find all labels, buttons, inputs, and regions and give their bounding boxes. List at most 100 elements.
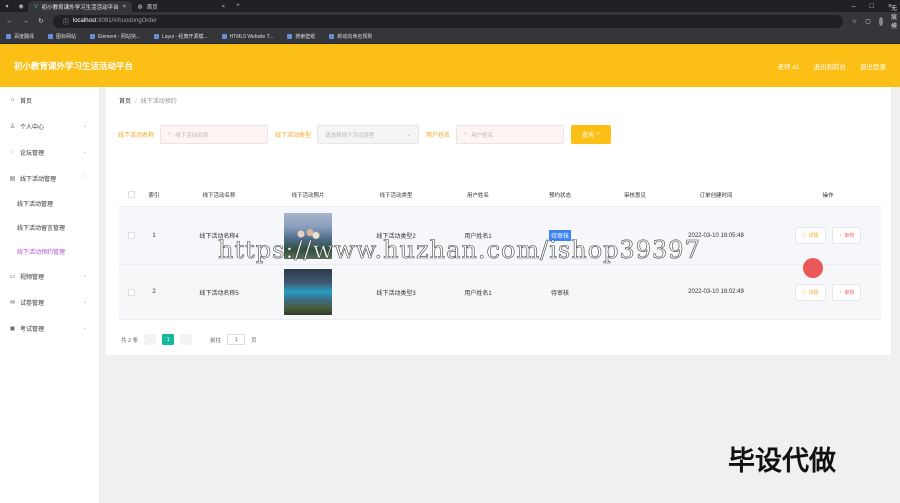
breadcrumb-home[interactable]: 首页 — [119, 99, 131, 105]
sidebar-item-profile[interactable]: ♙ 个人中心 ⌄ — [0, 113, 99, 139]
page-number[interactable]: 1 — [162, 334, 175, 345]
address-bar: ← → ↻ ⓘ localhost:8081/#/huodongOrder ☆ … — [0, 6, 900, 39]
app-title: 初小教育课外学习生活活动平台 — [14, 60, 134, 71]
back-to-front-link[interactable]: 退出到前台 — [814, 61, 847, 71]
column-header: 用户姓名 — [466, 192, 489, 199]
bookmarks-bar: 百度翻译 图标网站 Element - 网站快... Layui - 经典开源模… — [0, 30, 900, 44]
extensions-icon[interactable]: ▢ — [865, 18, 871, 25]
breadcrumb-current: 线下活动预约 — [140, 99, 177, 105]
detail-icon: ⓘ — [801, 233, 807, 239]
sidebar-subitem-activity-comments[interactable]: 线下活动留言管理 — [0, 215, 99, 239]
video-icon: ▭ — [9, 273, 16, 280]
chevron-down-icon: ⌄ — [406, 131, 412, 138]
vue-icon: V — [34, 3, 38, 10]
user-name: 用户姓名1 — [464, 290, 492, 297]
activity-type: 线下活动类型3 — [376, 290, 416, 297]
activity-name-label: 线下活动名称 — [118, 133, 155, 139]
tab-search-icon[interactable]: ▾ — [0, 0, 14, 12]
bookmark[interactable]: 新动向命名规则 — [329, 33, 372, 40]
detail-icon: ⓘ — [801, 289, 807, 296]
booking-status: 待审核 — [550, 290, 569, 297]
chevron-down-icon: ⌄ — [82, 149, 87, 155]
user-name-label: 用户姓名 — [426, 133, 451, 139]
new-tab-icon[interactable]: + — [231, 0, 245, 12]
pinned-tab-icon[interactable]: ◉ — [14, 0, 28, 12]
bookmark[interactable]: Layui - 经典开源模... — [154, 33, 208, 40]
thumb-icon: ♁ — [838, 232, 843, 239]
bookmark[interactable]: 百度翻译 — [6, 33, 34, 40]
browser-tab[interactable]: ◍ 首页 × — [132, 1, 231, 12]
sidebar-item-papers[interactable]: ✉ 试卷管理 ⌄ — [0, 289, 99, 315]
sidebar-item-exams[interactable]: ▣ 考试管理 ⌄ — [0, 315, 99, 341]
table-header: 索引 线下活动名称 线下活动照片 线下活动类型 用户姓名 预约状态 审核意见 订… — [119, 183, 881, 207]
bookmark[interactable]: 搜索壁纸 — [287, 33, 315, 40]
column-header: 索引 — [148, 192, 160, 199]
table-row: 2 线下活动名称5 线下活动类型3 用户姓名1 待审核 2022-03-10 1… — [119, 265, 881, 320]
back-icon[interactable]: ← — [6, 18, 13, 25]
audit-button[interactable]: ♁ 审核 — [831, 227, 862, 244]
column-header: 预约状态 — [548, 192, 571, 199]
bookmark[interactable]: HTML5 Website T... — [222, 34, 274, 40]
info-icon: ⓘ — [62, 19, 69, 26]
activity-name-input[interactable]: ⌕ 线下活动名称 — [160, 125, 269, 144]
activity-type-label: 线下活动类型 — [275, 133, 312, 139]
url-field[interactable]: ⓘ localhost:8081/#/huodongOrder — [52, 14, 843, 28]
sidebar-item-video[interactable]: ▭ 视频管理 ⌄ — [0, 263, 99, 289]
goto-page-input[interactable]: 1 — [227, 334, 246, 345]
search-button[interactable]: 查询 ⌕ — [571, 125, 612, 144]
goto-label: 前往 — [210, 337, 222, 344]
column-header: 线下活动名称 — [202, 192, 236, 199]
tab-close-icon[interactable]: × — [222, 4, 225, 10]
chevron-down-icon: ⌄ — [82, 299, 87, 305]
row-checkbox[interactable] — [127, 288, 135, 296]
sidebar-item-forum[interactable]: ◌ 论坛管理 ⌄ — [0, 139, 99, 165]
audit-button[interactable]: ♁ 审核 — [831, 283, 862, 301]
forward-icon[interactable]: → — [22, 18, 29, 25]
chevron-up-icon: ⌃ — [82, 175, 87, 181]
activity-photo[interactable] — [284, 269, 332, 315]
home-icon: ⌂ — [10, 97, 15, 103]
logout-link[interactable]: 退出登录 — [860, 61, 886, 71]
tab-close-icon[interactable]: × — [123, 4, 126, 10]
search-icon: ⌕ — [168, 131, 172, 137]
created-time: 2022-03-10 16:02:49 — [688, 289, 744, 295]
next-page-button[interactable]: › — [180, 334, 193, 345]
activity-type-select[interactable]: 请选择线下活动类型 ⌄ — [317, 125, 420, 144]
row-checkbox[interactable] — [127, 232, 135, 239]
mouse-cursor-highlight — [803, 258, 823, 278]
bookmark[interactable]: Element - 网站快... — [90, 33, 140, 40]
browser-tab-active[interactable]: V 初小教育课外学习生活活动平台 × — [28, 1, 132, 12]
total-count: 共 2 条 — [121, 337, 139, 344]
profile-avatar[interactable] — [878, 16, 884, 26]
row-index: 1 — [152, 232, 156, 239]
sidebar-subitem-activity-booking[interactable]: 线下活动预约管理 — [0, 239, 99, 263]
column-header: 线下活动类型 — [379, 192, 413, 199]
globe-icon: ◍ — [137, 3, 143, 10]
sidebar-item-activity[interactable]: ▤ 线下活动管理 ⌃ — [0, 165, 99, 191]
search-form: 线下活动名称 ⌕ 线下活动名称 线下活动类型 请选择线下活动类型 ⌄ 用户姓名 … — [118, 125, 612, 144]
bookmark[interactable]: 图标网站 — [48, 33, 76, 40]
chevron-down-icon: ⌄ — [82, 325, 87, 331]
sidebar-subitem-activity-manage[interactable]: 线下活动管理 — [0, 191, 99, 215]
column-header: 审核意见 — [623, 192, 646, 199]
reload-icon[interactable]: ↻ — [38, 17, 44, 25]
select-all-checkbox[interactable] — [127, 191, 135, 198]
thumb-icon: ♁ — [838, 289, 843, 295]
pagination: 共 2 条 ‹ 1 › 前往 1 页 — [121, 334, 257, 345]
search-icon: ⌕ — [596, 131, 601, 137]
activity-name: 线下活动名称5 — [199, 290, 239, 297]
search-icon: ⌕ — [464, 131, 468, 137]
column-header: 操作 — [822, 192, 834, 199]
exam-icon: ▣ — [9, 325, 16, 332]
star-icon[interactable]: ☆ — [852, 18, 857, 25]
user-icon: ♙ — [9, 123, 16, 130]
column-header: 订单创建时间 — [699, 192, 733, 199]
user-name-input[interactable]: ⌕ 用户姓名 — [456, 125, 565, 144]
detail-button[interactable]: ⓘ 详情 — [794, 283, 826, 301]
detail-button[interactable]: ⓘ 详情 — [794, 227, 826, 244]
mail-icon: ✉ — [9, 299, 16, 306]
prev-page-button[interactable]: ‹ — [144, 334, 157, 345]
app-header: 初小教育课外学习生活活动平台 老师 a1 退出到前台 退出登录 — [0, 44, 900, 87]
sidebar-item-home[interactable]: ⌂ 首页 — [0, 87, 99, 113]
chevron-down-icon: ⌄ — [82, 273, 87, 279]
